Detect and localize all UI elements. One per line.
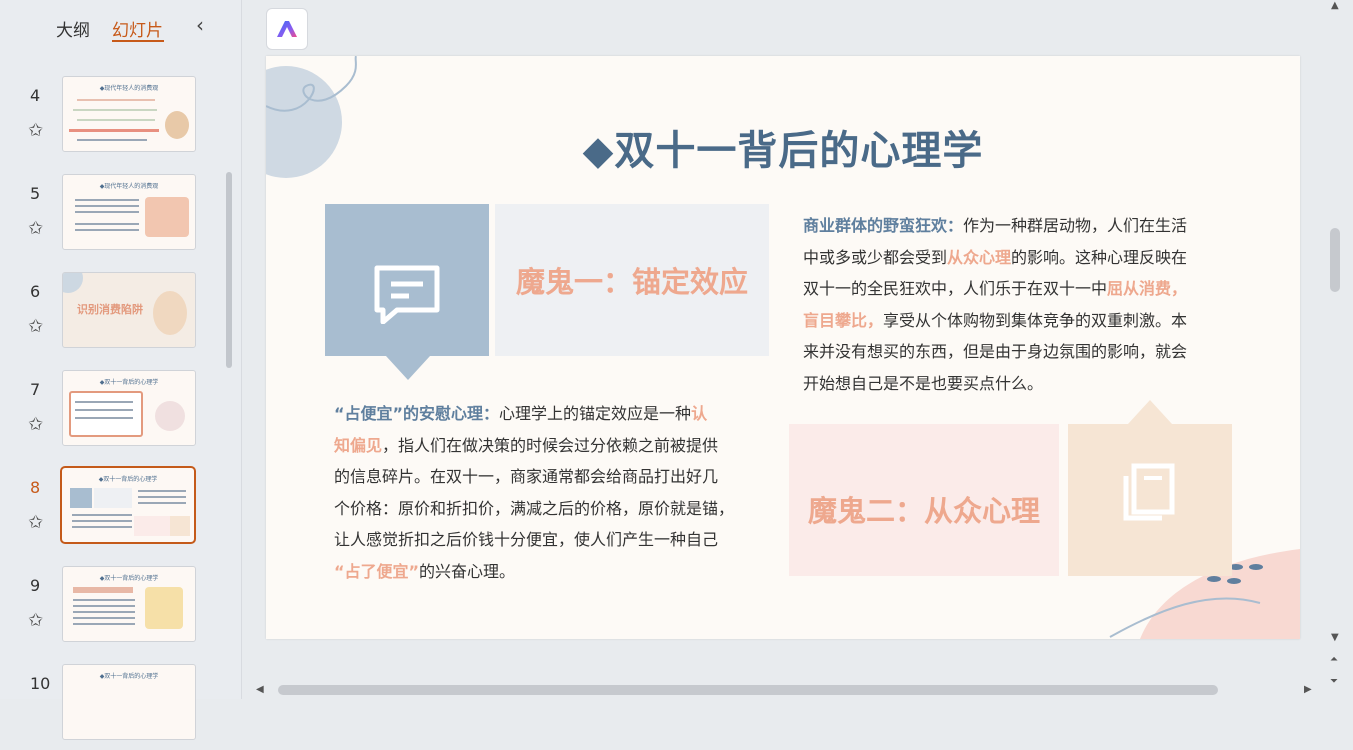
document-copy-icon [1123, 463, 1175, 521]
left-para-highlight: 知偏见 [334, 435, 383, 455]
character-illustration [145, 587, 183, 629]
sidebar-tabs: 大纲 幻灯片 ‹ [0, 0, 241, 52]
left-para-text: 的信息碎片。在双十一，商家通常都会给商品打出好几 [334, 467, 719, 486]
thumbnail-title: ◆双十一背后的心理学 [99, 379, 159, 386]
right-para-highlight: 从众心理 [947, 247, 1012, 267]
star-icon[interactable]: ✩ [28, 120, 43, 141]
slide-thumbnail[interactable]: 识别消费陷阱 [62, 272, 196, 348]
tab-slides[interactable]: 幻灯片 [112, 16, 163, 41]
right-pointer [1128, 400, 1172, 424]
slide-thumbnail[interactable]: ◆双十一背后的心理学 [62, 664, 196, 740]
thumbnail-row[interactable]: 4 ✩ ◆现代年轻人的消费观 [0, 76, 230, 162]
thumbnail-title: ◆双十一背后的心理学 [99, 575, 159, 582]
left-para-highlight: 认 [691, 404, 708, 423]
slide-number: 8 [30, 478, 41, 497]
rabbit-illustration [155, 401, 185, 431]
thumbnail-row[interactable]: 5 ✩ ◆现代年轻人的消费观 [0, 174, 230, 260]
scroll-up-arrow[interactable]: ▲ [1331, 0, 1339, 11]
right-heading-panel: 魔鬼二：从众心理 [789, 424, 1059, 576]
star-icon[interactable]: ✩ [28, 316, 43, 337]
right-para-text: 的影响。这种心理反映在 [1011, 247, 1188, 267]
right-para-lead: 商业群体的野蛮狂欢： [803, 216, 964, 235]
right-paragraph[interactable]: 商业群体的野蛮狂欢：作为一种群居动物，人们在生活 中或多或少都会受到从众心理的影… [803, 210, 1233, 399]
slide-thumbnail[interactable]: ◆双十一背后的心理学 [62, 566, 196, 642]
left-para-text: 的兴奋心理。 [419, 561, 516, 581]
right-para-text: 双十一的全民狂欢中，人们乐于在双十一中 [803, 279, 1108, 298]
horizontal-scrollbar-thumb[interactable] [278, 685, 1218, 695]
slide-number: 5 [30, 184, 41, 203]
thumbnail-row[interactable]: 6 ✩ 识别消费陷阱 [0, 272, 230, 358]
app-logo-icon [277, 21, 297, 37]
thumbnail-title: ◆现代年轻人的消费观 [99, 85, 159, 92]
slide-thumbnail-active[interactable]: ◆双十一背后的心理学 [60, 466, 196, 544]
star-icon[interactable]: ✩ [28, 512, 43, 533]
star-icon[interactable]: ✩ [28, 218, 43, 239]
slide-thumbnail[interactable]: ◆现代年轻人的消费观 [62, 174, 196, 250]
slide-number: 9 [30, 576, 41, 595]
left-para-text: ，指人们在做决策的时候会过分依赖之前被提供 [382, 435, 719, 455]
slide-number: 4 [30, 86, 41, 105]
left-para-text: 个价格：原价和折扣价，满减之后的价格，原价就是锚， [334, 498, 735, 518]
left-paragraph[interactable]: “占便宜”的安慰心理：心理学上的锚定效应是一种认 知偏见，指人们在做决策的时候会… [334, 398, 754, 587]
slide-number: 10 [30, 674, 51, 693]
slide-title[interactable]: ◆双十一背后的心理学 [266, 118, 1300, 176]
left-heading-panel: 魔鬼一：锚定效应 [495, 204, 769, 356]
app-logo-button[interactable] [266, 8, 308, 50]
thumbnail-row[interactable]: 7 ✩ ◆双十一背后的心理学 [0, 370, 230, 456]
slide-canvas[interactable]: ◆双十一背后的心理学 魔鬼一：锚定效应 “占便宜”的安慰心理：心理学上的锚定效应… [266, 56, 1300, 639]
slide-number: 7 [30, 380, 41, 399]
chat-icon [374, 265, 440, 324]
scroll-right-arrow[interactable]: ▶ [1304, 684, 1312, 695]
right-para-highlight: 屈从消费， [1107, 279, 1188, 298]
right-para-text: 开始想自己是不是也要买点什么。 [803, 373, 1044, 393]
left-icon-block [325, 204, 489, 356]
scroll-left-arrow[interactable]: ◀ [256, 684, 264, 695]
slide-number: 6 [30, 282, 41, 301]
slide-thumbnail[interactable]: ◆现代年轻人的消费观 [62, 76, 196, 152]
left-para-highlight: “占了便宜” [334, 561, 420, 581]
tab-outline[interactable]: 大纲 [56, 16, 90, 41]
thumbnail-row[interactable]: 8 ✩ ◆双十一背后的心理学 [0, 466, 230, 554]
right-para-highlight: 盲目攀比， [803, 310, 884, 330]
thumbnail-title: ◆双十一背后的心理学 [99, 673, 159, 680]
right-para-text: 中或多或少都会受到 [803, 247, 948, 267]
left-para-text: 让人感觉折扣之后价钱十分便宜，使人们产生一种自己 [334, 530, 719, 549]
sidebar-scrollbar[interactable] [226, 172, 232, 368]
thumbnail-row[interactable]: 10 ◆双十一背后的心理学 [0, 664, 230, 750]
thumbnail-title: ◆双十一背后的心理学 [98, 476, 158, 483]
chevron-left-icon[interactable]: ‹ [196, 13, 204, 37]
right-para-text: 来并没有想买的东西，但是由于身边氛围的影响，就会 [803, 342, 1188, 361]
vertical-scrollbar-thumb[interactable] [1330, 228, 1340, 292]
right-panel-title[interactable]: 魔鬼二：从众心理 [789, 488, 1059, 530]
prev-slide-icon[interactable]: ⏶ [1330, 654, 1338, 665]
scroll-down-arrow[interactable]: ▼ [1331, 632, 1339, 643]
right-para-text: 作为一种群居动物，人们在生活 [963, 216, 1188, 235]
right-para-text: 享受从个体购物到集体竞争的双重刺激。本 [883, 310, 1188, 330]
thumbnail-title: ◆现代年轻人的消费观 [99, 183, 159, 190]
dog-illustration [165, 111, 189, 139]
left-para-lead: “占便宜”的安慰心理： [334, 404, 500, 423]
star-icon[interactable]: ✩ [28, 610, 43, 631]
active-tab-indicator [112, 40, 164, 42]
thumbnail-row[interactable]: 9 ✩ ◆双十一背后的心理学 [0, 566, 230, 652]
slide-sidebar: 大纲 幻灯片 ‹ 4 ✩ ◆现代年轻人的消费观 5 ✩ ◆现代年轻人的消费观 6… [0, 0, 242, 740]
left-para-text: 心理学上的锚定效应是一种 [499, 404, 692, 423]
shopping-illustration [145, 197, 189, 237]
slide-thumbnail[interactable]: ◆双十一背后的心理学 [62, 370, 196, 446]
star-icon[interactable]: ✩ [28, 414, 43, 435]
dog-illustration [153, 291, 187, 335]
thumbnail-title: 识别消费陷阱 [77, 303, 143, 316]
left-panel-title[interactable]: 魔鬼一：锚定效应 [495, 259, 769, 301]
left-pointer [386, 356, 430, 380]
right-icon-block [1068, 424, 1232, 576]
next-slide-icon[interactable]: ⏷ [1330, 676, 1338, 687]
